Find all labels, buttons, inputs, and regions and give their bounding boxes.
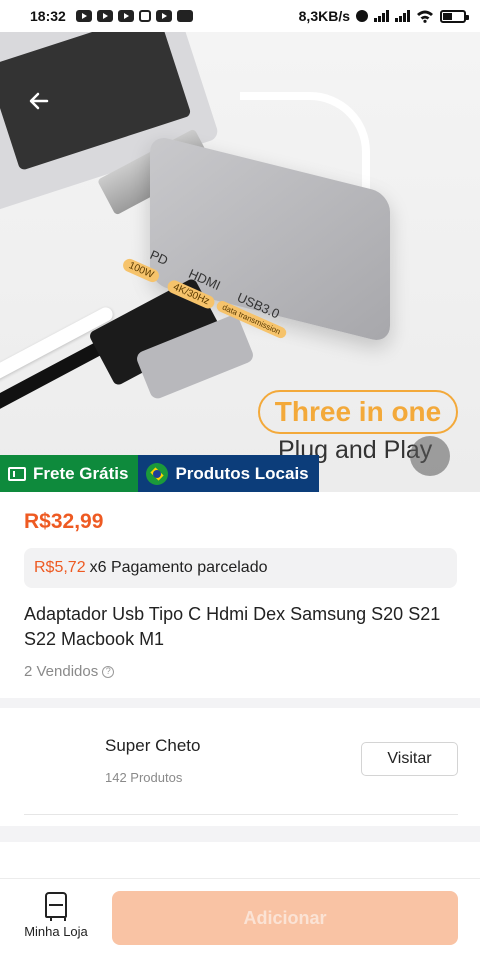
shipping-icon: [8, 466, 26, 481]
brazil-flag-icon: [146, 462, 169, 485]
alarm-icon: [356, 10, 368, 22]
product-image[interactable]: PD HDMI USB3.0 100W 4K/30Hz data transmi…: [0, 32, 480, 492]
back-button[interactable]: [20, 82, 58, 120]
installment-price: R$5,72: [34, 559, 86, 576]
signal-icon: [374, 10, 389, 22]
wifi-icon: [417, 10, 433, 23]
status-right: 8,3KB/s: [298, 8, 469, 24]
free-shipping-label: Frete Grátis: [33, 463, 129, 483]
slogan-three-in-one: Three in one: [258, 390, 458, 434]
free-shipping-badge: Frete Grátis: [0, 455, 139, 492]
video-icon: [176, 10, 193, 22]
notification-icons: [75, 10, 193, 22]
youtube-icon: [75, 10, 92, 22]
store-product-count: 142 Produtos: [105, 770, 183, 785]
question-icon[interactable]: ?: [102, 665, 115, 678]
add-to-cart-button[interactable]: Adicionar: [112, 891, 458, 945]
battery-icon: [440, 9, 469, 23]
sold-label: 2 Vendidos: [24, 663, 99, 680]
youtube-icon: [96, 10, 113, 22]
network-speed: 8,3KB/s: [298, 8, 350, 24]
youtube-icon: [155, 10, 172, 22]
installment-info[interactable]: R$5,72 x6 Pagamento parcelado: [24, 548, 457, 588]
status-time: 18:32: [30, 8, 66, 24]
visit-store-button[interactable]: Visitar: [361, 742, 458, 776]
arrow-left-icon: [29, 92, 49, 110]
product-price: R$32,99: [24, 510, 104, 533]
my-store-tab[interactable]: Minha Loja: [18, 892, 94, 948]
product-title: Adaptador Usb Tipo C Hdmi Dex Samsung S2…: [24, 604, 441, 649]
store-avatar[interactable]: [24, 732, 84, 792]
local-products-label: Produtos Locais: [175, 463, 309, 483]
sold-count: 2 Vendidos ?: [24, 663, 115, 680]
youtube-icon: [117, 10, 134, 22]
signal-icon: [395, 10, 410, 22]
my-store-label: Minha Loja: [24, 924, 88, 939]
play-video-button[interactable]: [410, 436, 450, 476]
next-section-card: [0, 842, 480, 878]
people-icon: [138, 10, 151, 22]
store-icon: [45, 892, 67, 921]
local-products-badge: Produtos Locais: [138, 455, 319, 492]
divider: [24, 814, 458, 815]
status-bar: 18:32 8,3KB/s: [0, 0, 480, 32]
product-badges: Frete Grátis Produtos Locais: [0, 455, 319, 492]
installment-text: x6 Pagamento parcelado: [89, 559, 268, 576]
store-name[interactable]: Super Cheto: [105, 736, 200, 756]
